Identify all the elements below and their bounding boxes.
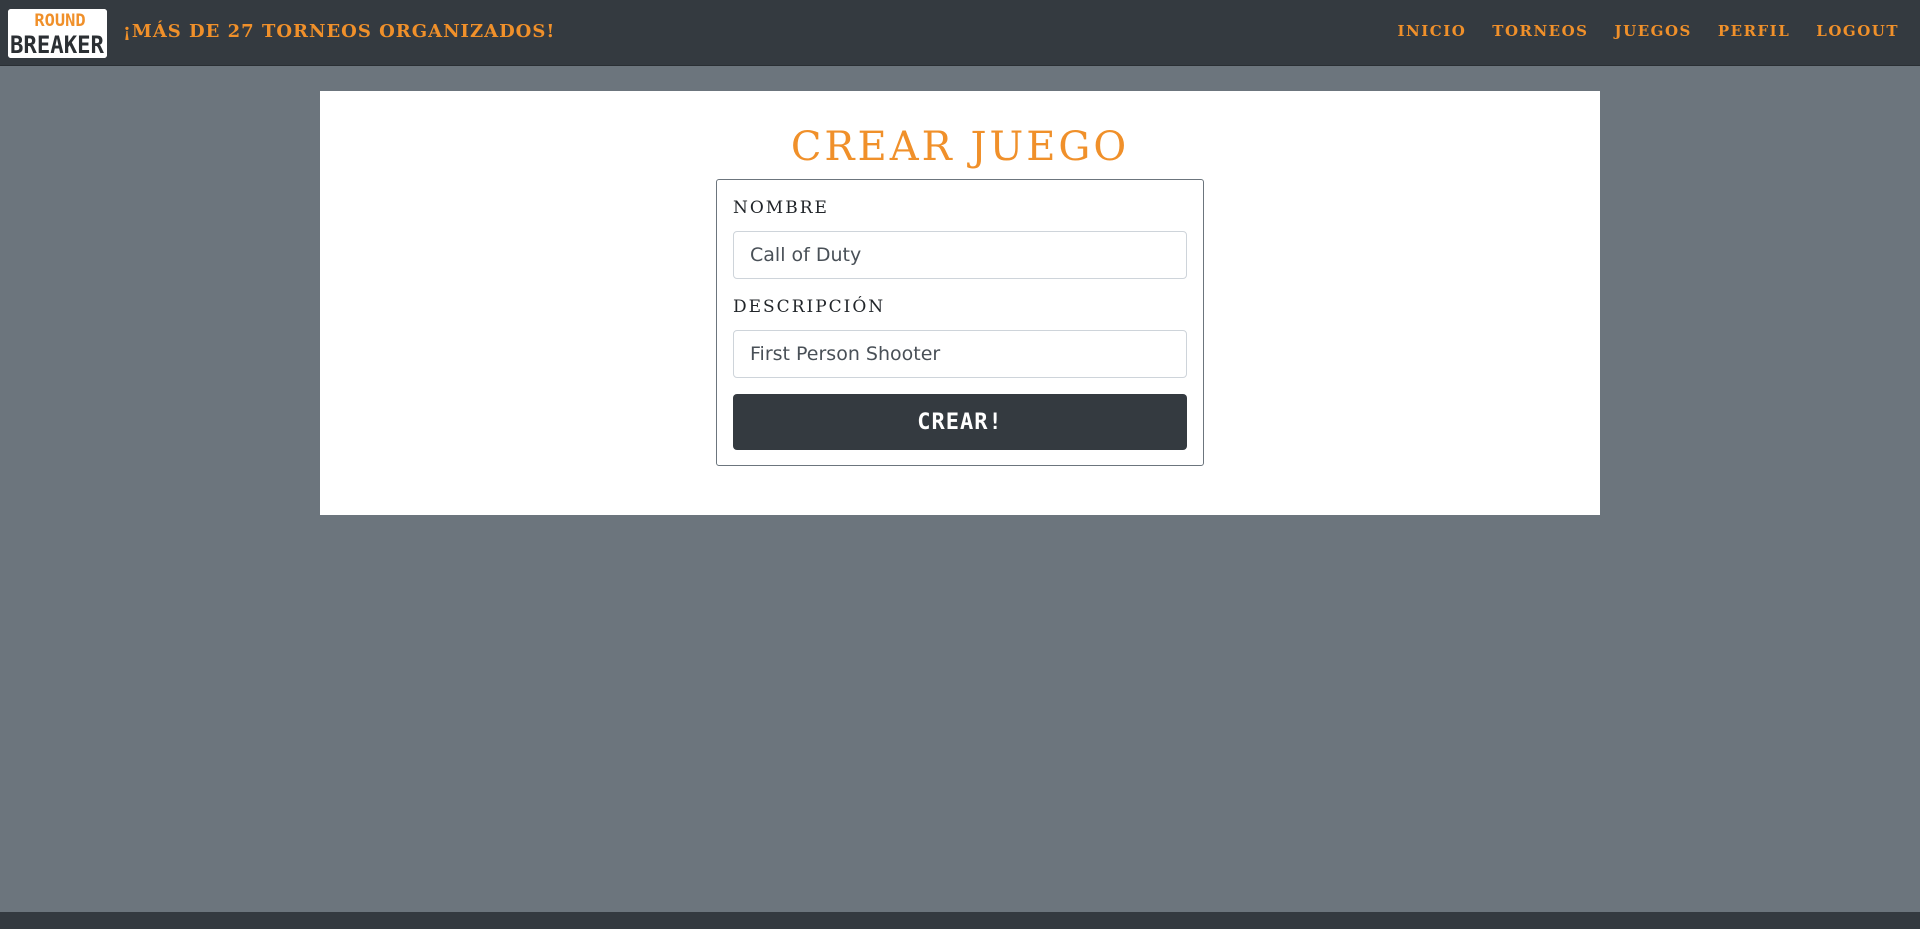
footer [0, 912, 1920, 929]
main-card: CREAR JUEGO NOMBRE DESCRIPCIÓN CREAR! [320, 91, 1600, 515]
logo-line2: BREAKER [10, 31, 105, 58]
round-breaker-logo-icon: ROUND BREAKER [8, 9, 107, 58]
nav-link-inicio[interactable]: INICIO [1398, 22, 1467, 40]
nav-link-perfil[interactable]: PERFIL [1718, 22, 1790, 40]
nav-links: INICIO TORNEOS JUEGOS PERFIL LOGOUT [1398, 22, 1899, 40]
description-label: DESCRIPCIÓN [733, 297, 886, 317]
nav-link-juegos[interactable]: JUEGOS [1615, 22, 1692, 40]
create-game-form: NOMBRE DESCRIPCIÓN CREAR! [716, 179, 1204, 466]
site-tagline: ¡MÁS DE 27 TORNEOS ORGANIZADOS! [123, 21, 556, 42]
name-label: NOMBRE [733, 198, 829, 218]
nav-link-logout[interactable]: LOGOUT [1816, 22, 1899, 40]
create-button[interactable]: CREAR! [733, 394, 1187, 450]
logo-line1: ROUND [34, 11, 85, 31]
name-input[interactable] [733, 231, 1187, 279]
navbar: ROUND BREAKER ¡MÁS DE 27 TORNEOS ORGANIZ… [0, 0, 1920, 66]
brand-logo[interactable]: ROUND BREAKER [8, 9, 107, 58]
nav-link-torneos[interactable]: TORNEOS [1492, 22, 1588, 40]
description-input[interactable] [733, 330, 1187, 378]
page-title: CREAR JUEGO [790, 124, 1130, 170]
